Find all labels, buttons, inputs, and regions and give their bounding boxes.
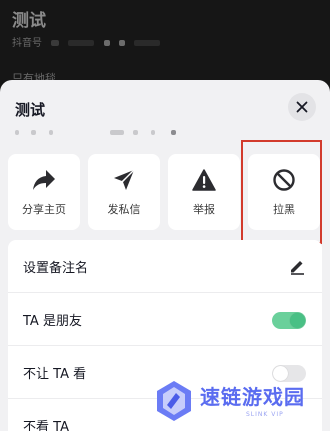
masked-id-segment xyxy=(118,40,125,46)
share-profile-button[interactable]: 分享主页 xyxy=(8,154,80,230)
close-button[interactable] xyxy=(288,93,316,121)
masked-segment xyxy=(151,130,155,135)
watermark-logo-icon xyxy=(157,381,191,421)
edit-icon xyxy=(291,261,304,275)
masked-id-segment xyxy=(103,40,110,46)
masked-id-segment xyxy=(133,40,160,46)
is-friend-toggle[interactable] xyxy=(272,312,306,329)
toggle-knob xyxy=(290,313,305,328)
set-remark-label: 设置备注名 xyxy=(23,260,89,276)
account-id: 抖音号 xyxy=(12,34,160,49)
watermark-text: 速链游戏园 xyxy=(200,385,305,409)
account-prefix: 抖音号 xyxy=(12,38,42,49)
sheet-title: 测试 xyxy=(15,101,46,119)
report-button[interactable]: 举报 xyxy=(168,154,240,230)
masked-id-segment xyxy=(51,40,60,46)
is-friend-row: TA 是朋友 xyxy=(8,293,322,346)
share-icon xyxy=(31,167,57,193)
set-remark-row[interactable]: 设置备注名 xyxy=(8,240,322,293)
send-message-icon xyxy=(111,167,137,193)
report-label: 举报 xyxy=(193,203,215,216)
watermark: 速链游戏园 SLINK VIP xyxy=(148,375,328,431)
close-icon xyxy=(296,101,308,113)
watermark-subtext: SLINK VIP xyxy=(246,411,284,418)
masked-segment xyxy=(133,130,138,135)
share-profile-label: 分享主页 xyxy=(22,203,66,216)
report-warning-icon xyxy=(191,167,217,193)
not-watch-label: 不看 TA xyxy=(23,419,69,431)
masked-segment xyxy=(171,130,176,135)
hide-from-label: 不让 TA 看 xyxy=(23,366,87,382)
profile-name: 测试 xyxy=(12,11,46,31)
send-message-button[interactable]: 发私信 xyxy=(88,154,160,230)
masked-segment xyxy=(49,130,53,135)
masked-id-segment xyxy=(68,40,95,46)
send-message-label: 发私信 xyxy=(107,203,141,216)
masked-segment xyxy=(31,130,36,135)
block-highlight-annotation xyxy=(241,140,322,244)
masked-segment xyxy=(110,130,124,135)
masked-segment xyxy=(15,130,19,135)
is-friend-label: TA 是朋友 xyxy=(23,313,82,329)
masked-account-info xyxy=(15,130,185,136)
